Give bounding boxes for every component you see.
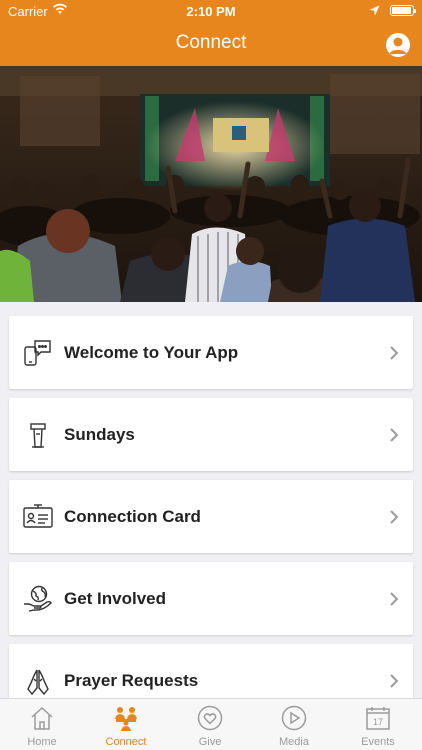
tab-connect[interactable]: Connect xyxy=(84,699,168,750)
tab-give[interactable]: Give xyxy=(168,699,252,750)
chevron-right-icon xyxy=(390,674,399,688)
tab-bar: Home Connect Give Media 17 Events xyxy=(0,698,422,750)
battery-icon xyxy=(390,5,416,16)
praying-hands-icon xyxy=(27,669,49,695)
pulpit-icon xyxy=(30,423,46,448)
location-arrow-icon xyxy=(369,4,380,19)
list-item-connection-card[interactable]: Connection Card xyxy=(9,480,413,553)
tab-label: Connect xyxy=(105,736,147,748)
tab-home[interactable]: Home xyxy=(0,699,84,750)
chevron-right-icon xyxy=(390,346,399,360)
list-item-label: Get Involved xyxy=(64,589,167,608)
status-time: 2:10 PM xyxy=(186,4,236,19)
page-title: Connect xyxy=(175,32,247,53)
calendar-icon: 17 xyxy=(366,707,390,730)
list-item-label: Connection Card xyxy=(64,507,201,526)
tab-label: Events xyxy=(361,736,395,748)
chat-phone-icon xyxy=(24,340,51,366)
calendar-day-badge: 17 xyxy=(373,717,383,727)
chevron-right-icon xyxy=(390,428,399,442)
list-item-label: Prayer Requests xyxy=(64,671,199,690)
heart-icon xyxy=(197,705,223,731)
status-bar: Carrier 2:10 PM xyxy=(0,0,422,22)
play-icon xyxy=(281,705,307,731)
tab-label: Media xyxy=(279,736,309,748)
list-item-welcome[interactable]: Welcome to Your App xyxy=(9,316,413,389)
user-icon xyxy=(389,37,407,54)
profile-button[interactable] xyxy=(386,33,410,57)
id-card-icon xyxy=(23,504,53,528)
hero-image xyxy=(0,66,422,302)
list-item-label: Sundays xyxy=(64,425,135,444)
globe-hand-icon xyxy=(24,585,52,612)
navigation-bar: Connect xyxy=(0,22,422,66)
tab-label: Give xyxy=(198,736,222,748)
connect-people-icon xyxy=(115,707,137,731)
tab-events[interactable]: 17 Events xyxy=(336,699,420,750)
chevron-right-icon xyxy=(390,592,399,606)
tab-label: Home xyxy=(27,736,57,748)
list-item-label: Welcome to Your App xyxy=(64,343,239,362)
chevron-right-icon xyxy=(390,510,399,524)
tab-media[interactable]: Media xyxy=(252,699,336,750)
list-item-get-involved[interactable]: Get Involved xyxy=(9,562,413,635)
list-item-sundays[interactable]: Sundays xyxy=(9,398,413,471)
home-icon xyxy=(31,706,53,730)
